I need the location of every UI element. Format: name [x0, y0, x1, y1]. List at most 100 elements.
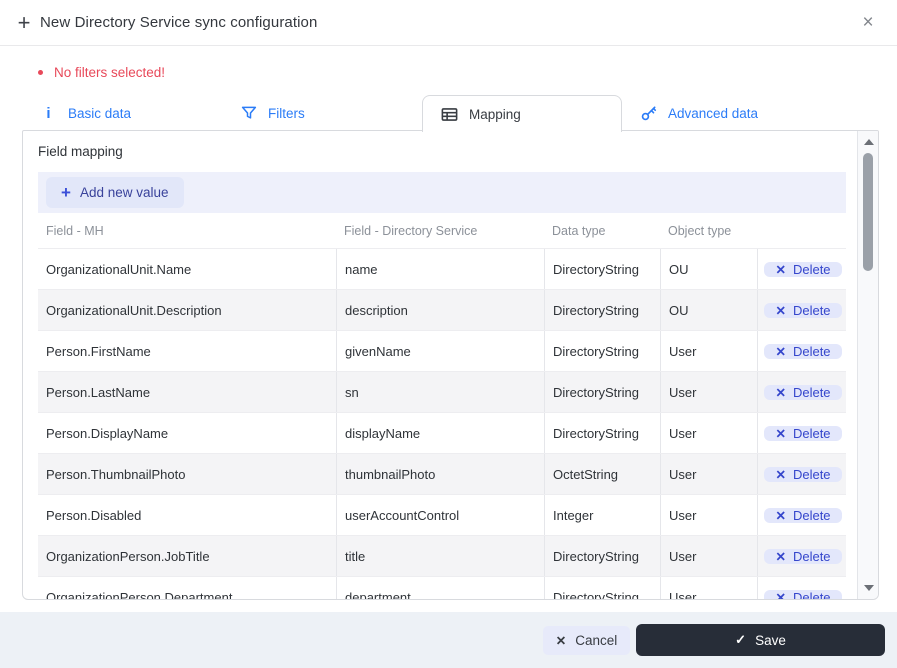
- column-header-data-type: Data type: [552, 223, 606, 238]
- cell-actions: ✕ Delete: [757, 495, 846, 535]
- key-icon: [639, 104, 658, 123]
- delete-button[interactable]: ✕ Delete: [764, 548, 842, 564]
- cell-object-type: OU: [660, 249, 757, 289]
- x-icon: ✕: [775, 262, 786, 277]
- x-icon: ✕: [775, 467, 786, 482]
- tab-basic-data[interactable]: i Basic data: [22, 95, 222, 131]
- warning-bullet-icon: [38, 69, 43, 75]
- column-header-object-type: Object type: [668, 223, 732, 238]
- tab-mapping[interactable]: Mapping: [422, 95, 622, 132]
- cell-field-ds: userAccountControl: [336, 495, 544, 535]
- cell-object-type: User: [660, 372, 757, 412]
- cell-object-type: User: [660, 536, 757, 576]
- tab-advanced-data[interactable]: Advanced data: [622, 95, 822, 131]
- tab-filters[interactable]: Filters: [222, 95, 422, 131]
- tab-label: Mapping: [469, 106, 521, 122]
- cell-object-type: User: [660, 454, 757, 494]
- cell-data-type: DirectoryString: [544, 290, 660, 330]
- cell-data-type: Integer: [544, 495, 660, 535]
- table-row: Person.FirstName givenName DirectoryStri…: [38, 330, 846, 371]
- delete-button[interactable]: ✕ Delete: [764, 425, 842, 441]
- table-row: OrganizationalUnit.Name name DirectorySt…: [38, 248, 846, 289]
- table-row: Person.LastName sn DirectoryString User …: [38, 371, 846, 412]
- cell-field-ds: thumbnailPhoto: [336, 454, 544, 494]
- cell-field-mh: Person.LastName: [46, 384, 151, 400]
- x-icon: ✕: [775, 549, 786, 564]
- delete-button[interactable]: ✕ Delete: [764, 384, 842, 400]
- check-icon: ✓: [735, 632, 747, 647]
- cell-actions: ✕ Delete: [757, 290, 846, 330]
- cell-field-ds: title: [336, 536, 544, 576]
- delete-button[interactable]: ✕ Delete: [764, 261, 842, 277]
- warning-text: No filters selected!: [54, 64, 166, 80]
- save-button-label: Save: [755, 632, 786, 648]
- delete-button-label: Delete: [792, 425, 831, 441]
- delete-button-label: Delete: [792, 507, 831, 523]
- cell-data-type: DirectoryString: [544, 249, 660, 289]
- modal-title: New Directory Service sync configuration: [40, 14, 318, 31]
- info-icon: i: [46, 104, 51, 122]
- tab-label: Basic data: [68, 105, 132, 121]
- table-toolbar: + Add new value: [38, 172, 846, 213]
- scroll-up-icon[interactable]: [858, 133, 878, 151]
- cell-field-ds: department: [336, 577, 544, 599]
- delete-button[interactable]: ✕ Delete: [764, 507, 842, 523]
- add-new-value-button[interactable]: + Add new value: [46, 177, 184, 208]
- save-button[interactable]: ✓ Save: [636, 624, 885, 656]
- delete-button[interactable]: ✕ Delete: [764, 466, 842, 482]
- scroll-down-icon[interactable]: [858, 579, 878, 597]
- filter-icon: [239, 104, 258, 123]
- cell-object-type: User: [660, 577, 757, 599]
- cell-object-type: User: [660, 413, 757, 453]
- delete-button-label: Delete: [792, 343, 831, 359]
- cell-field-ds: sn: [336, 372, 544, 412]
- cell-actions: ✕ Delete: [757, 331, 846, 371]
- cell-object-type: User: [660, 331, 757, 371]
- delete-button-label: Delete: [792, 384, 831, 400]
- table-row: Person.Disabled userAccountControl Integ…: [38, 494, 846, 535]
- cell-field-mh: OrganizationalUnit.Name: [46, 261, 192, 277]
- cell-data-type: OctetString: [544, 454, 660, 494]
- cell-data-type: DirectoryString: [544, 372, 660, 412]
- tab-bar: i Basic data Filters Mapping Advanced da…: [22, 95, 879, 132]
- column-header-field-ds: Field - Directory Service: [344, 223, 478, 238]
- cell-field-mh: Person.FirstName: [46, 343, 151, 359]
- cell-actions: ✕ Delete: [757, 577, 846, 600]
- scrollbar[interactable]: [857, 131, 878, 599]
- delete-button[interactable]: ✕ Delete: [764, 302, 842, 318]
- table-body: OrganizationalUnit.Name name DirectorySt…: [38, 248, 846, 600]
- modal-header: + New Directory Service sync configurati…: [0, 0, 897, 46]
- scrollbar-thumb[interactable]: [863, 153, 873, 271]
- delete-button-label: Delete: [792, 302, 831, 318]
- close-icon[interactable]: ×: [855, 0, 881, 46]
- cell-field-mh: OrganizationalUnit.Description: [46, 302, 222, 318]
- cell-actions: ✕ Delete: [757, 454, 846, 494]
- cell-actions: ✕ Delete: [757, 249, 846, 289]
- delete-button-label: Delete: [792, 589, 831, 600]
- tab-label: Filters: [268, 105, 305, 121]
- table-row: Person.ThumbnailPhoto thumbnailPhoto Oct…: [38, 453, 846, 494]
- cell-field-ds: description: [336, 290, 544, 330]
- plus-icon: +: [61, 182, 71, 202]
- table-row: OrganizationPerson.Department department…: [38, 576, 846, 600]
- delete-button[interactable]: ✕ Delete: [764, 343, 842, 359]
- delete-button[interactable]: ✕ Delete: [764, 589, 842, 600]
- cell-field-mh: Person.DisplayName: [46, 425, 169, 441]
- cell-actions: ✕ Delete: [757, 372, 846, 412]
- delete-button-label: Delete: [792, 261, 831, 277]
- cell-field-mh: Person.ThumbnailPhoto: [46, 466, 186, 482]
- x-icon: ✕: [775, 590, 786, 600]
- cell-field-mh: Person.Disabled: [46, 507, 142, 523]
- cell-field-ds: displayName: [336, 413, 544, 453]
- cell-data-type: DirectoryString: [544, 413, 660, 453]
- cell-actions: ✕ Delete: [757, 413, 846, 453]
- cancel-button[interactable]: ✕ Cancel: [543, 626, 630, 655]
- x-icon: ✕: [775, 344, 786, 359]
- delete-button-label: Delete: [792, 548, 831, 564]
- plus-icon: +: [17, 10, 31, 35]
- cell-data-type: DirectoryString: [544, 577, 660, 599]
- panel-title: Field mapping: [38, 144, 123, 159]
- table-row: OrganizationPerson.JobTitle title Direct…: [38, 535, 846, 576]
- cancel-button-label: Cancel: [575, 633, 618, 648]
- cell-object-type: User: [660, 495, 757, 535]
